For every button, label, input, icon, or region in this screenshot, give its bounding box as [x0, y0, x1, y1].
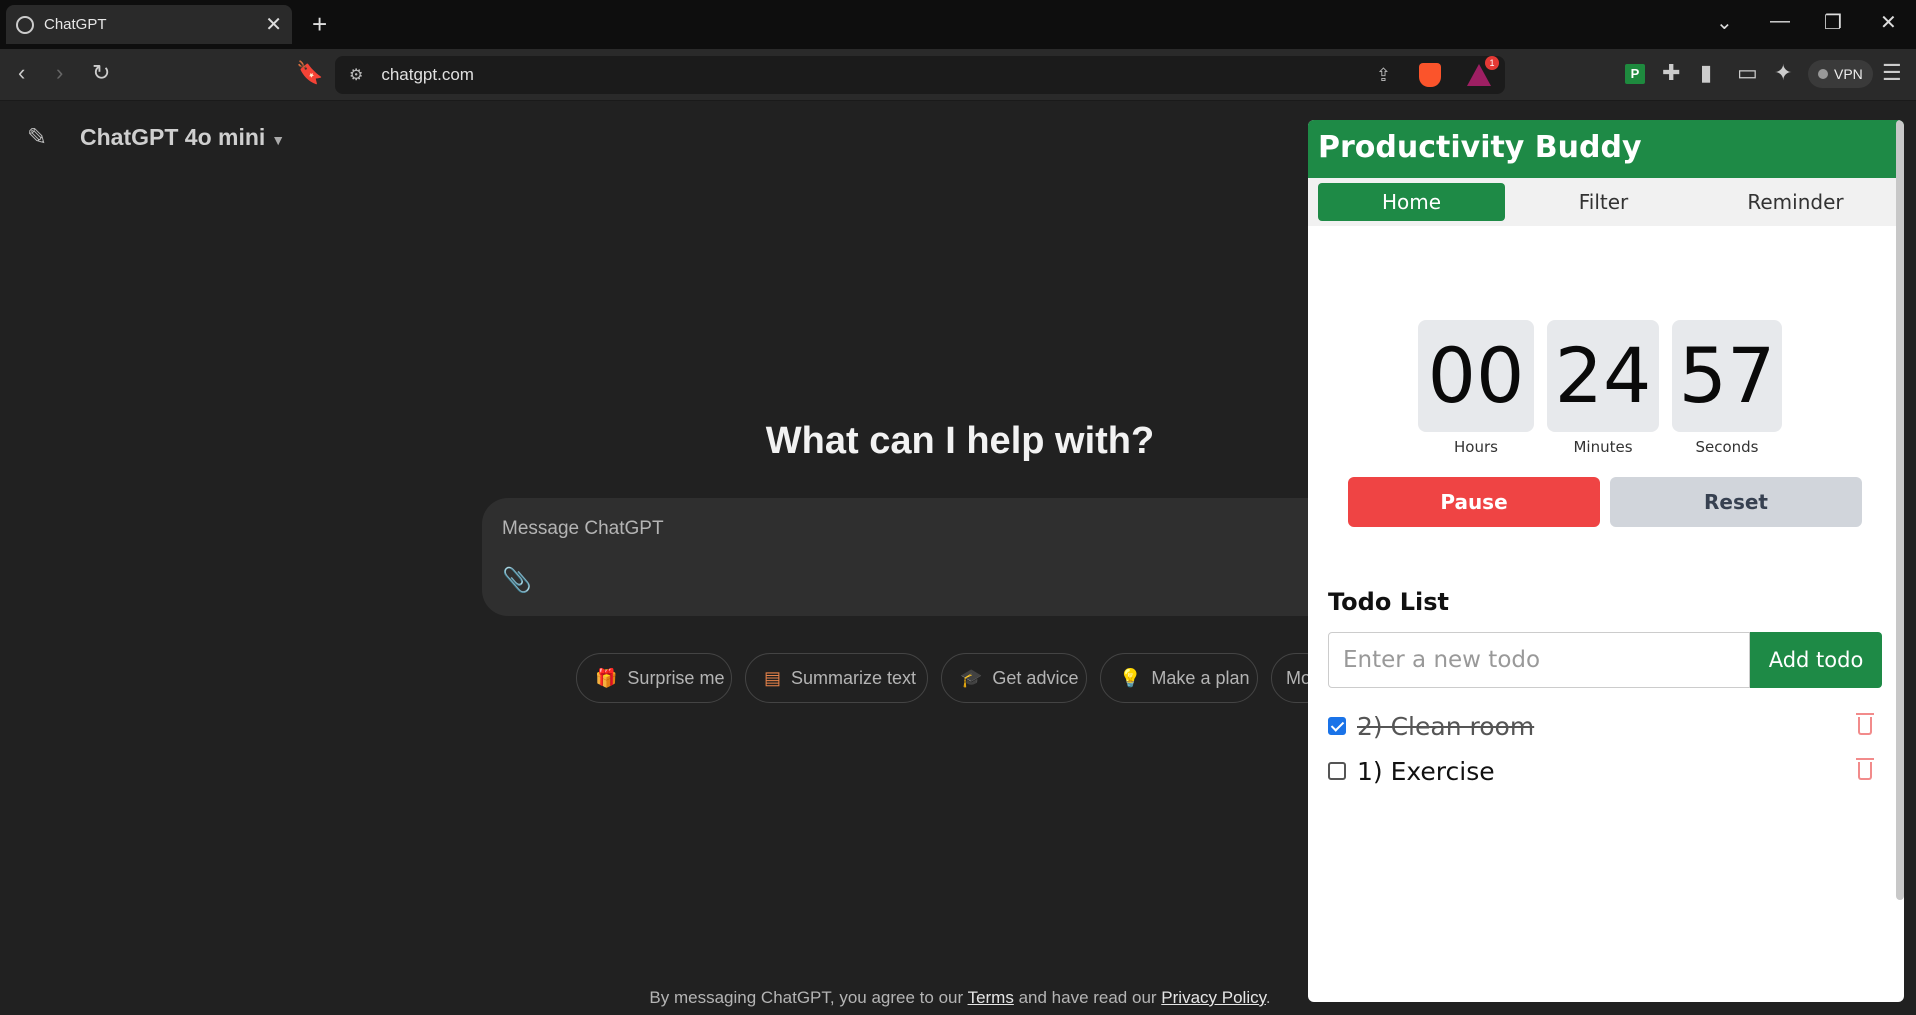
- back-icon[interactable]: ‹: [18, 60, 25, 86]
- composer-placeholder: Message ChatGPT: [502, 518, 664, 539]
- popup-tabs: Home Filter Reminder: [1308, 178, 1904, 226]
- browser-tab[interactable]: ChatGPT ✕: [6, 5, 292, 44]
- todo-checkbox[interactable]: [1328, 717, 1346, 735]
- trash-icon[interactable]: [1856, 758, 1874, 780]
- chatgpt-favicon-icon: [16, 15, 34, 34]
- brave-rewards-icon[interactable]: 1: [1467, 56, 1499, 86]
- chip-label: Summarize text: [791, 667, 917, 688]
- timer-hours: 00 Hours: [1418, 320, 1534, 456]
- window-close-icon[interactable]: ✕: [1880, 10, 1897, 35]
- vpn-status-icon: [1818, 69, 1828, 79]
- url-text: chatgpt.com: [381, 65, 474, 84]
- tab-filter[interactable]: Filter: [1510, 183, 1697, 221]
- vpn-label: VPN: [1834, 66, 1863, 82]
- countdown-timer: 00 Hours 24 Minutes 57 Seconds: [1418, 320, 1782, 456]
- extensions-puzzle-icon[interactable]: ✚: [1662, 60, 1680, 86]
- todo-heading: Todo List: [1328, 588, 1449, 616]
- footer-suffix: .: [1265, 988, 1271, 1007]
- vpn-button[interactable]: VPN: [1808, 60, 1873, 88]
- wallet-icon[interactable]: ▭: [1737, 60, 1758, 86]
- hours-label: Hours: [1454, 438, 1498, 456]
- minutes-label: Minutes: [1573, 438, 1633, 456]
- document-icon: ▤: [764, 667, 782, 688]
- pause-button[interactable]: Pause: [1348, 477, 1600, 527]
- leo-ai-icon[interactable]: ✦: [1774, 60, 1792, 86]
- productivity-buddy-popup: Productivity Buddy Home Filter Reminder …: [1308, 120, 1904, 1002]
- timer-seconds: 57 Seconds: [1672, 320, 1782, 456]
- todo-text: 2) Clean room: [1357, 711, 1535, 741]
- tab-search-chevron-icon[interactable]: ⌄: [1716, 10, 1733, 35]
- tab-strip: ChatGPT ✕ + ⌄ — ❐ ✕: [0, 0, 1916, 49]
- model-selector[interactable]: ChatGPT 4o mini ▼: [80, 124, 285, 151]
- suggestion-summarize-text[interactable]: ▤ Summarize text: [745, 653, 928, 703]
- seconds-label: Seconds: [1695, 438, 1759, 456]
- terms-link[interactable]: Terms: [968, 988, 1014, 1007]
- productivity-extension-icon[interactable]: P: [1625, 64, 1645, 84]
- tab-reminder[interactable]: Reminder: [1702, 183, 1889, 221]
- tab-title: ChatGPT: [44, 16, 107, 33]
- suggestion-surprise-me[interactable]: 🎁 Surprise me: [576, 653, 732, 703]
- tab-home[interactable]: Home: [1318, 183, 1505, 221]
- browser-toolbar: ‹ › ↻ 🔖 ⚙ chatgpt.com ⇪ 1 P ✚ ▮ ▭ ✦ VPN …: [0, 49, 1916, 101]
- reset-button[interactable]: Reset: [1610, 477, 1862, 527]
- restore-icon[interactable]: ❐: [1824, 10, 1842, 35]
- suggestion-make-a-plan[interactable]: 💡 Make a plan: [1100, 653, 1258, 703]
- brave-shields-icon[interactable]: [1419, 63, 1441, 87]
- reload-icon[interactable]: ↻: [92, 60, 110, 86]
- timer-minutes: 24 Minutes: [1547, 320, 1659, 456]
- menu-icon[interactable]: ☰: [1882, 60, 1902, 86]
- chevron-down-icon: ▼: [271, 132, 286, 148]
- gift-icon: 🎁: [595, 667, 618, 688]
- trash-icon[interactable]: [1856, 713, 1874, 735]
- minutes-value: 24: [1547, 320, 1659, 432]
- todo-input[interactable]: Enter a new todo: [1328, 632, 1750, 688]
- seconds-value: 57: [1672, 320, 1782, 432]
- minimize-icon[interactable]: —: [1770, 10, 1790, 33]
- message-composer[interactable]: Message ChatGPT 📎: [482, 498, 1382, 616]
- todo-item: 1) Exercise: [1328, 755, 1884, 787]
- footer-middle: and have read our: [1013, 988, 1162, 1007]
- privacy-policy-link[interactable]: Privacy Policy: [1161, 988, 1266, 1007]
- sidebar-icon[interactable]: ▮: [1700, 60, 1712, 86]
- new-tab-icon[interactable]: +: [312, 9, 327, 40]
- rewards-badge: 1: [1485, 56, 1499, 70]
- footer-prefix: By messaging ChatGPT, you agree to our: [649, 988, 968, 1007]
- suggestion-get-advice[interactable]: 🎓 Get advice: [941, 653, 1087, 703]
- hours-value: 00: [1418, 320, 1534, 432]
- bookmark-icon[interactable]: 🔖: [296, 60, 323, 86]
- forward-icon[interactable]: ›: [56, 60, 63, 86]
- address-bar[interactable]: ⚙ chatgpt.com ⇪ 1: [335, 56, 1505, 94]
- share-icon[interactable]: ⇪: [1376, 65, 1391, 86]
- popup-scrollbar[interactable]: [1896, 120, 1904, 900]
- new-chat-icon[interactable]: ✎: [27, 123, 47, 152]
- chip-label: Get advice: [992, 667, 1079, 688]
- chip-label: Make a plan: [1151, 667, 1250, 688]
- popup-title: Productivity Buddy: [1308, 120, 1904, 178]
- add-todo-button[interactable]: Add todo: [1750, 632, 1882, 688]
- attach-icon[interactable]: 📎: [502, 566, 532, 595]
- lightbulb-icon: 💡: [1119, 667, 1142, 688]
- graduation-cap-icon: 🎓: [960, 667, 983, 688]
- close-tab-icon[interactable]: ✕: [265, 12, 282, 37]
- chip-label: Surprise me: [627, 667, 725, 688]
- todo-text: 1) Exercise: [1357, 756, 1495, 786]
- site-settings-icon[interactable]: ⚙: [349, 65, 363, 85]
- todo-item: 2) Clean room: [1328, 710, 1884, 742]
- model-name: ChatGPT 4o mini: [80, 124, 266, 150]
- todo-checkbox[interactable]: [1328, 762, 1346, 780]
